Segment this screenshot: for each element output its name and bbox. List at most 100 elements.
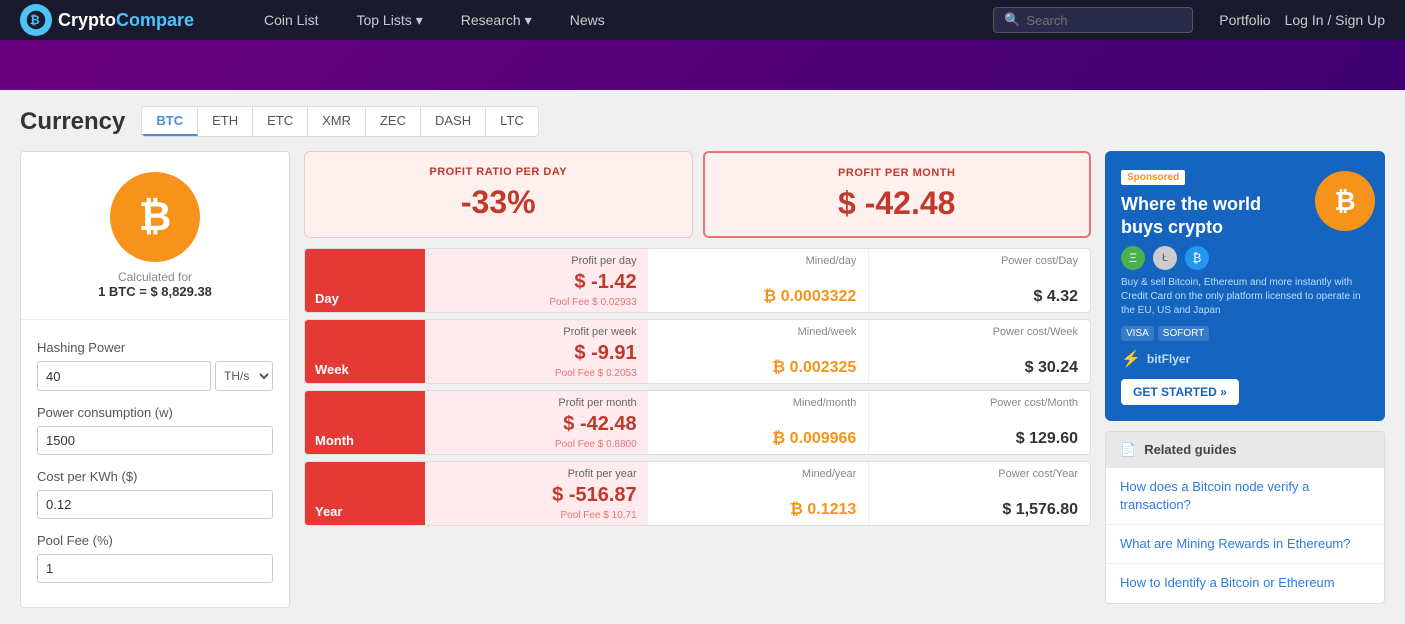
hashing-power-input[interactable] — [37, 361, 211, 391]
row-period: Day — [315, 291, 339, 306]
chevron-down-icon: ▾ — [416, 12, 423, 29]
guide-item[interactable]: What are Mining Rewards in Ethereum? — [1106, 525, 1384, 564]
tab-zec[interactable]: ZEC — [366, 107, 421, 136]
search-icon: 🔍 — [1004, 12, 1020, 28]
hashing-power-label: Hashing Power — [37, 340, 273, 355]
ad-btc-icon: ₿ — [1315, 171, 1375, 231]
row-power-label: Power cost/Month — [881, 397, 1078, 409]
brand-text: CryptoCompare — [58, 10, 194, 31]
ad-cta-button[interactable]: GET STARTED » — [1121, 379, 1239, 405]
ltc-icon: Ł — [1153, 246, 1177, 270]
row-mined-value: ₿ 0.009966 — [660, 430, 857, 448]
row-profit-label: Profit per day — [435, 255, 637, 267]
row-period: Month — [315, 433, 354, 448]
tab-ltc[interactable]: LTC — [486, 107, 538, 136]
row-period-cell: Month — [305, 391, 425, 454]
pool-fee-input[interactable] — [37, 554, 273, 583]
hashing-power-row: TH/s GH/s MH/s — [37, 361, 273, 391]
row-power-value: $ 30.24 — [881, 359, 1078, 377]
coin-icon-area: ₿ Calculated for 1 BTC = $ 8,829.38 — [21, 152, 289, 309]
profit-ratio-label: PROFIT RATIO PER DAY — [323, 166, 674, 178]
guides-header: 📄 Related guides — [1106, 432, 1384, 468]
brand-icon: ₿ — [20, 4, 52, 36]
pool-fee-label: Pool Fee (%) — [37, 533, 273, 548]
power-consumption-input[interactable] — [37, 426, 273, 455]
row-profit-col: Profit per day $ -1.42 Pool Fee $ 0.0293… — [425, 249, 647, 312]
row-mined-value: ₿ 0.002325 — [660, 359, 857, 377]
guide-item[interactable]: How does a Bitcoin node verify a transac… — [1106, 468, 1384, 525]
profit-month-card: PROFIT PER MONTH $ -42.48 — [703, 151, 1092, 238]
row-profit-label: Profit per month — [435, 397, 637, 409]
search-input[interactable] — [1026, 13, 1182, 28]
row-mined-col: Mined/day ₿ 0.0003322 — [647, 249, 869, 312]
bitflyer-icon: ⚡ — [1121, 349, 1141, 369]
currency-tabs: BTCETHETCXMRZECDASHLTC — [141, 106, 538, 137]
row-power-label: Power cost/Year — [881, 468, 1078, 480]
btc-icon: ₿ — [110, 172, 200, 262]
nav-news[interactable]: News — [556, 12, 619, 28]
power-consumption-row — [37, 426, 273, 455]
nav-right: Portfolio Log In / Sign Up — [1219, 12, 1385, 28]
guide-item[interactable]: How to Identify a Bitcoin or Ethereum — [1106, 564, 1384, 602]
chevron-down-icon: ▾ — [525, 12, 532, 29]
middle-panel: PROFIT RATIO PER DAY -33% PROFIT PER MON… — [304, 151, 1091, 608]
row-power-value: $ 129.60 — [881, 430, 1078, 448]
main-content: Currency BTCETHETCXMRZECDASHLTC ₿ Calcul… — [0, 90, 1405, 624]
content-grid: ₿ Calculated for 1 BTC = $ 8,829.38 Hash… — [20, 151, 1385, 608]
nav-research[interactable]: Research ▾ — [447, 12, 546, 29]
tab-btc[interactable]: BTC — [142, 107, 198, 136]
row-power-col: Power cost/Year $ 1,576.80 — [868, 462, 1090, 525]
row-mined-value: ₿ 0.1213 — [660, 501, 857, 519]
page-header: Currency BTCETHETCXMRZECDASHLTC — [20, 106, 1385, 137]
nav-top-lists[interactable]: Top Lists ▾ — [342, 12, 436, 29]
row-profit-value: $ -1.42 — [435, 271, 637, 294]
brand-logo-area[interactable]: ₿ CryptoCompare — [20, 4, 220, 36]
row-pool-fee: Pool Fee $ 0.2053 — [435, 368, 637, 379]
nav-coin-list[interactable]: Coin List — [250, 12, 332, 28]
power-consumption-label: Power consumption (w) — [37, 405, 273, 420]
sponsored-tag: Sponsored — [1121, 170, 1185, 185]
tab-etc[interactable]: ETC — [253, 107, 308, 136]
input-section: Hashing Power TH/s GH/s MH/s Power consu… — [21, 330, 289, 607]
profit-ratio-card: PROFIT RATIO PER DAY -33% — [304, 151, 693, 238]
cost-per-kwh-label: Cost per KWh ($) — [37, 469, 273, 484]
left-panel: ₿ Calculated for 1 BTC = $ 8,829.38 Hash… — [20, 151, 290, 608]
row-profit-label: Profit per year — [435, 468, 637, 480]
right-panel: Sponsored ₿ Where the world buys crypto … — [1105, 151, 1385, 608]
row-profit-col: Profit per month $ -42.48 Pool Fee $ 0.8… — [425, 391, 647, 454]
row-power-label: Power cost/Day — [881, 255, 1078, 267]
table-row: Month Profit per month $ -42.48 Pool Fee… — [304, 390, 1091, 455]
row-mined-label: Mined/year — [660, 468, 857, 480]
pool-fee-row — [37, 554, 273, 583]
calc-value: 1 BTC = $ 8,829.38 — [37, 284, 273, 299]
sofort-logo: SOFORT — [1158, 326, 1209, 341]
portfolio-link[interactable]: Portfolio — [1219, 12, 1270, 28]
calc-for-label: Calculated for — [37, 270, 273, 284]
tab-dash[interactable]: DASH — [421, 107, 486, 136]
profit-month-label: PROFIT PER MONTH — [723, 167, 1072, 179]
eth-icon: Ξ — [1121, 246, 1145, 270]
row-power-col: Power cost/Week $ 30.24 — [868, 320, 1090, 383]
row-pool-fee: Pool Fee $ 10.71 — [435, 510, 637, 521]
row-mined-col: Mined/year ₿ 0.1213 — [647, 462, 869, 525]
tab-xmr[interactable]: XMR — [308, 107, 366, 136]
row-power-col: Power cost/Month $ 129.60 — [868, 391, 1090, 454]
row-profit-label: Profit per week — [435, 326, 637, 338]
row-mined-label: Mined/week — [660, 326, 857, 338]
row-power-value: $ 4.32 — [881, 288, 1078, 306]
navbar: ₿ CryptoCompare Coin List Top Lists ▾ Re… — [0, 0, 1405, 40]
data-rows: Day Profit per day $ -1.42 Pool Fee $ 0.… — [304, 248, 1091, 526]
row-period: Year — [315, 504, 342, 519]
ad-bitflyer: ⚡ bitFlyer — [1121, 349, 1369, 369]
tab-eth[interactable]: ETH — [198, 107, 253, 136]
row-mined-label: Mined/day — [660, 255, 857, 267]
hashing-unit-select[interactable]: TH/s GH/s MH/s — [215, 361, 273, 391]
svg-text:₿: ₿ — [30, 13, 40, 27]
guides-card: 📄 Related guides How does a Bitcoin node… — [1105, 431, 1385, 604]
table-row: Week Profit per week $ -9.91 Pool Fee $ … — [304, 319, 1091, 384]
search-box[interactable]: 🔍 — [993, 7, 1193, 33]
row-period-cell: Year — [305, 462, 425, 525]
login-link[interactable]: Log In / Sign Up — [1285, 12, 1385, 28]
cost-per-kwh-input[interactable] — [37, 490, 273, 519]
ad-card: Sponsored ₿ Where the world buys crypto … — [1105, 151, 1385, 421]
